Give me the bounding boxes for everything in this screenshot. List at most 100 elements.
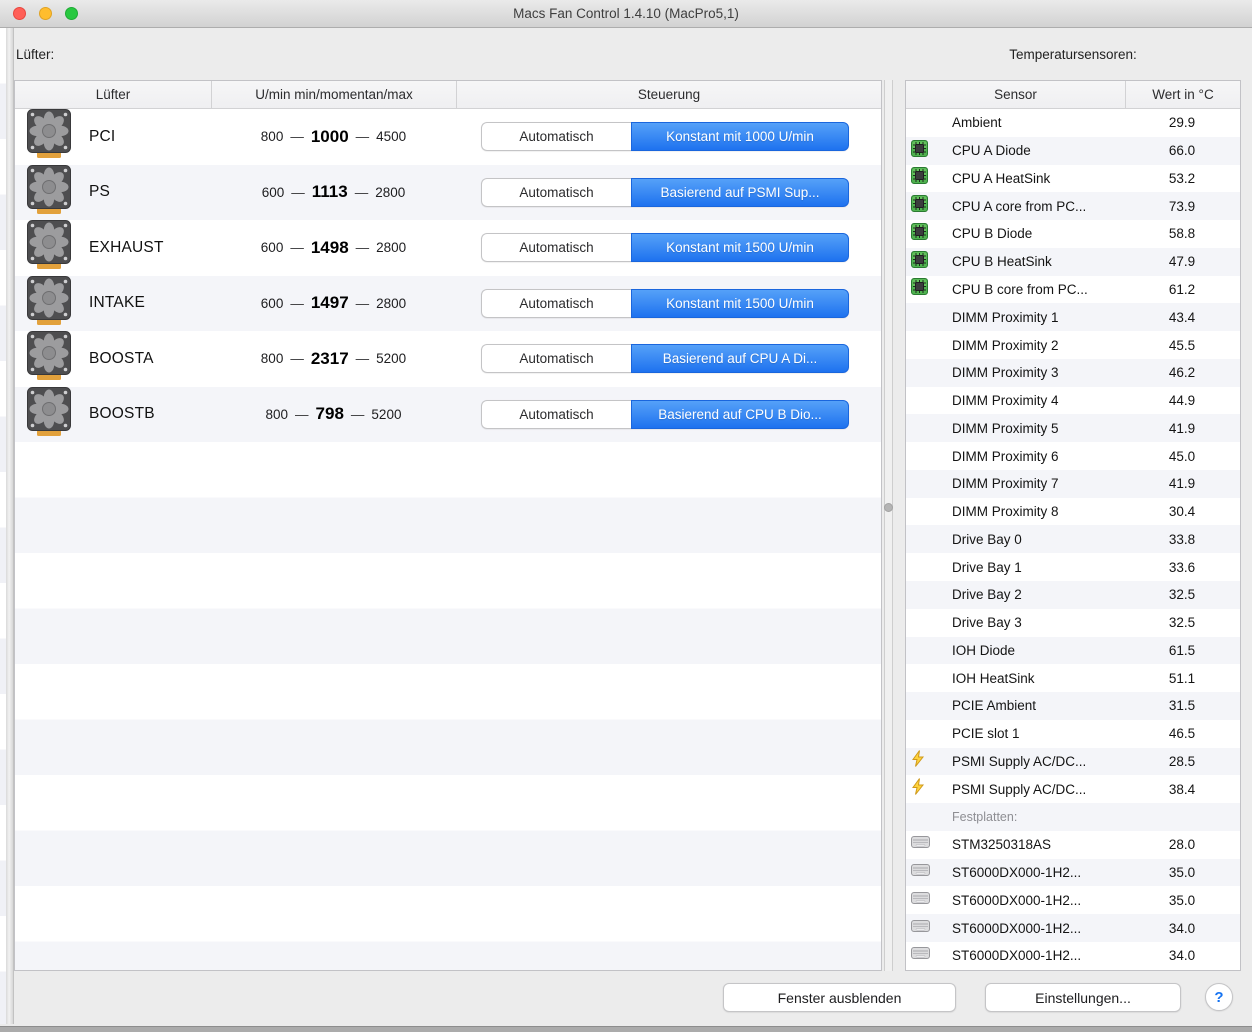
sensor-row[interactable]: PSMI Supply AC/DC... 28.5 xyxy=(906,747,1240,776)
rpm-separator: — xyxy=(354,184,369,200)
sensor-name: STM3250318AS xyxy=(952,837,1052,853)
sensor-row[interactable]: DIMM Proximity 3 46.2 xyxy=(906,358,1240,387)
sensor-row[interactable]: Drive Bay 0 33.8 xyxy=(906,525,1240,554)
sensor-value: 34.0 xyxy=(1168,948,1196,964)
sensor-value: 32.5 xyxy=(1168,587,1196,603)
sensor-row[interactable]: DIMM Proximity 7 41.9 xyxy=(906,469,1240,498)
sensor-value: 51.1 xyxy=(1168,670,1196,686)
sensor-row[interactable]: IOH HeatSink 51.1 xyxy=(906,664,1240,693)
sensor-name: PSMI Supply AC/DC... xyxy=(952,753,1087,769)
sensor-row[interactable]: PCIE slot 1 46.5 xyxy=(906,719,1240,748)
sensor-table-header: Sensor Wert in °C xyxy=(906,81,1240,109)
sensor-value: 31.5 xyxy=(1168,698,1196,714)
fan-rpm-max: 5200 xyxy=(371,406,402,422)
fan-control-segmented: Automatisch Basierend auf CPU A Di... xyxy=(481,344,849,374)
fan-cell-name: PS xyxy=(15,164,211,220)
sensor-row[interactable]: CPU B core from PC... 61.2 xyxy=(906,275,1240,304)
sensor-name: CPU B HeatSink xyxy=(952,254,1052,270)
fan-auto-segment[interactable]: Automatisch xyxy=(481,233,631,263)
sensor-row[interactable]: ST6000DX000-1H2... 35.0 xyxy=(906,858,1240,887)
sensor-row[interactable]: PSMI Supply AC/DC... 38.4 xyxy=(906,775,1240,804)
fan-icon xyxy=(27,109,71,164)
help-button[interactable]: ? xyxy=(1205,983,1233,1011)
fan-mode-segment[interactable]: Basierend auf PSMI Sup... xyxy=(631,177,849,207)
sensor-row[interactable]: ST6000DX000-1H2... 34.0 xyxy=(906,941,1240,970)
sensors-section-label: Temperatursensoren: xyxy=(1009,47,1137,62)
sensor-row[interactable]: PCIE Ambient 31.5 xyxy=(906,692,1240,720)
sensor-value: 33.8 xyxy=(1168,531,1196,547)
fan-auto-segment[interactable]: Automatisch xyxy=(481,177,631,207)
sensor-row[interactable]: Drive Bay 2 32.5 xyxy=(906,581,1240,609)
fan-rpm-current: 1113 xyxy=(311,182,348,202)
sensor-value: 29.9 xyxy=(1168,115,1196,131)
sensor-icon-cell xyxy=(906,750,952,772)
sensor-row[interactable]: STM3250318AS 28.0 xyxy=(906,830,1240,859)
fan-mode-segment[interactable]: Basierend auf CPU A Di... xyxy=(631,344,849,374)
sensor-row[interactable]: DIMM Proximity 5 41.9 xyxy=(906,414,1240,443)
fan-rpm-current: 1000 xyxy=(310,126,349,146)
fan-cell-name: EXHAUST xyxy=(15,220,211,275)
fan-mode-segment[interactable]: Basierend auf CPU B Dio... xyxy=(631,399,849,429)
fan-mode-segment[interactable]: Konstant mit 1500 U/min xyxy=(631,233,849,263)
sensor-icon-cell xyxy=(906,278,952,300)
sensor-name: ST6000DX000-1H2... xyxy=(952,865,1082,881)
rpm-separator: — xyxy=(290,351,304,367)
fan-cell-rpm: 600 — 1498 — 2800 xyxy=(211,238,456,258)
sensor-value: 45.0 xyxy=(1168,448,1196,464)
sensor-row[interactable]: DIMM Proximity 8 30.4 xyxy=(906,497,1240,526)
fan-row[interactable]: BOOSTA 800 — 2317 — 5200 Automatisch Bas… xyxy=(15,331,881,387)
sensor-value: 41.9 xyxy=(1168,476,1196,492)
sensor-row[interactable]: CPU A Diode 66.0 xyxy=(906,136,1240,165)
rpm-separator: — xyxy=(355,351,370,367)
fan-row[interactable]: PS 600 — 1113 — 2800 Automatisch Basiere… xyxy=(15,164,881,220)
divider-handle[interactable] xyxy=(884,503,893,512)
fan-rpm-max: 2800 xyxy=(376,240,407,256)
hide-window-button[interactable]: Fenster ausblenden xyxy=(723,983,956,1012)
control-column-header: Steuerung xyxy=(456,81,881,108)
sensor-value: 43.4 xyxy=(1168,309,1196,325)
sensor-row[interactable]: IOH Diode 61.5 xyxy=(906,636,1240,665)
sensor-icon-cell xyxy=(906,167,952,189)
fan-row[interactable]: EXHAUST 600 — 1498 — 2800 Automatisch Ko… xyxy=(15,220,881,276)
sensor-name: DIMM Proximity 2 xyxy=(952,337,1059,353)
cpu-chip-icon xyxy=(911,222,928,245)
sensor-row[interactable]: DIMM Proximity 6 45.0 xyxy=(906,442,1240,470)
sensor-row[interactable]: CPU B HeatSink 47.9 xyxy=(906,247,1240,276)
sensor-row[interactable]: ST6000DX000-1H2... 34.0 xyxy=(906,914,1240,942)
sensor-row[interactable]: Drive Bay 1 33.6 xyxy=(906,553,1240,582)
sensor-row[interactable]: DIMM Proximity 1 43.4 xyxy=(906,303,1240,332)
fan-table-header: Lüfter U/min min/momentan/max Steuerung xyxy=(15,81,881,109)
sensor-row[interactable]: DIMM Proximity 4 44.9 xyxy=(906,386,1240,415)
fan-cell-control: Automatisch Konstant mit 1500 U/min xyxy=(456,233,881,263)
sensor-row[interactable]: Drive Bay 3 32.5 xyxy=(906,608,1240,637)
sensor-name: CPU B Diode xyxy=(952,226,1033,242)
fan-auto-segment[interactable]: Automatisch xyxy=(481,399,631,429)
fan-mode-segment[interactable]: Konstant mit 1500 U/min xyxy=(631,288,849,318)
fan-row[interactable]: BOOSTB 800 — 798 — 5200 Automatisch Basi… xyxy=(15,386,881,442)
fan-row[interactable]: PCI 800 — 1000 — 4500 Automatisch Konsta… xyxy=(15,109,881,165)
sensor-row[interactable]: Festplatten: xyxy=(906,803,1240,831)
settings-button[interactable]: Einstellungen... xyxy=(985,983,1181,1012)
sensor-name: CPU A Diode xyxy=(952,143,1031,159)
fan-auto-segment[interactable]: Automatisch xyxy=(481,344,631,374)
sensor-row[interactable]: ST6000DX000-1H2... 35.0 xyxy=(906,886,1240,915)
sensor-value: 73.9 xyxy=(1168,198,1196,214)
fan-icon xyxy=(27,220,71,275)
sensor-row[interactable]: CPU A HeatSink 53.2 xyxy=(906,164,1240,193)
sensor-icon-cell xyxy=(906,891,952,910)
sensor-row[interactable]: Ambient 29.9 xyxy=(906,109,1240,137)
sensor-column-header: Sensor xyxy=(994,87,1037,102)
sensor-row[interactable]: DIMM Proximity 2 45.5 xyxy=(906,331,1240,359)
fan-mode-segment[interactable]: Konstant mit 1000 U/min xyxy=(631,122,849,152)
sensor-row[interactable]: CPU B Diode 58.8 xyxy=(906,220,1240,248)
cpu-chip-icon xyxy=(911,195,928,217)
fan-row[interactable]: INTAKE 600 — 1497 — 2800 Automatisch Kon… xyxy=(15,275,881,331)
fan-rpm-max: 4500 xyxy=(376,129,407,145)
sensor-icon-cell xyxy=(906,919,952,938)
fan-auto-segment[interactable]: Automatisch xyxy=(481,288,631,318)
fan-auto-segment[interactable]: Automatisch xyxy=(481,122,631,152)
cpu-chip-icon xyxy=(911,139,928,162)
fan-cell-rpm: 600 — 1497 — 2800 xyxy=(211,293,456,313)
sensor-row[interactable]: CPU A core from PC... 73.9 xyxy=(906,192,1240,221)
sensor-name: DIMM Proximity 3 xyxy=(952,365,1059,381)
